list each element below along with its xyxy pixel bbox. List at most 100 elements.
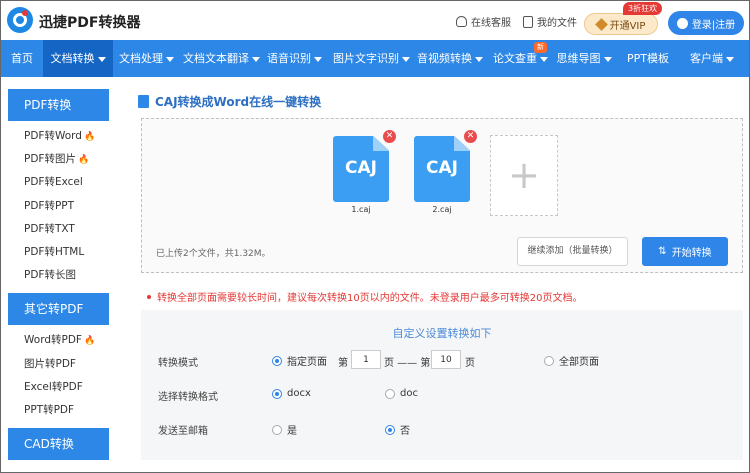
caret-down-icon [252, 56, 260, 62]
nav-item-label: PPT模板 [627, 52, 669, 65]
nav-item-label: 首页 [11, 52, 33, 65]
nav-item-label: 文档转换 [50, 52, 95, 65]
header: 迅捷PDF转换器 在线客服 我的文件 开通VIP 3折狂欢 登录|注册 [1, 1, 749, 40]
nav-item-10[interactable]: 客户端 [677, 40, 747, 77]
sidebar-item[interactable]: PDF转长图 [8, 264, 109, 287]
nav-item-3[interactable]: 文档文本翻译 [177, 40, 261, 77]
sidebar-item[interactable]: PPT转PDF [8, 399, 109, 422]
radio-unchecked-icon [544, 355, 554, 366]
sidebar-item-label: Excel转PDF [24, 380, 83, 393]
uploaded-file-card[interactable]: CAJ ✕ 2.caj [412, 130, 477, 216]
settings-title: 自定义设置转换如下 [392, 327, 492, 340]
sidebar-item-label: PDF转长图 [24, 269, 76, 282]
nav-item-8[interactable]: 思维导图 [549, 40, 619, 77]
app-logo-icon[interactable] [7, 7, 33, 33]
format-docx-radio[interactable]: docx [272, 388, 311, 399]
caret-down-icon [402, 56, 410, 62]
radio-checked-icon [385, 424, 395, 435]
nav-item-1[interactable]: 文档转换 [43, 40, 113, 77]
caret-down-icon [166, 56, 174, 62]
file-name: 1.caj [351, 205, 371, 214]
radio-unchecked-icon [385, 388, 395, 399]
page-title-text: CAJ转换成Word在线一键转换 [155, 95, 322, 109]
delete-file-icon[interactable]: ✕ [383, 130, 396, 143]
mode-label: 转换模式 [158, 358, 198, 369]
radio-unchecked-icon [272, 424, 282, 435]
sidebar-item[interactable]: PDF转Word 🔥 [8, 125, 109, 148]
caret-down-icon [603, 56, 612, 62]
mode-all-radio[interactable]: 全部页面 [544, 353, 599, 368]
nav-item-2[interactable]: 文档处理 [113, 40, 177, 77]
page-prefix: 第 [338, 358, 348, 369]
start-convert-button[interactable]: ⇅ 开始转换 [642, 237, 728, 266]
sidebar-item-label: PDF转Word [24, 130, 82, 142]
file-name: 2.caj [432, 205, 452, 214]
upload-area[interactable]: CAJ ✕ 1.caj CAJ ✕ 2.caj + 已上传2个文件，共1.32M。 继续添… [141, 118, 743, 273]
delete-file-icon[interactable]: ✕ [464, 130, 477, 143]
diamond-icon [594, 17, 608, 31]
nav-item-label: 图片文字识别 [333, 52, 399, 65]
vip-label: 开通VIP [609, 20, 646, 32]
fire-icon: 🔥 [83, 336, 96, 347]
sidebar-item[interactable]: PDF转TXT [8, 218, 109, 241]
nav-item-6[interactable]: 音视频转换 [411, 40, 487, 77]
mode-all-label: 全部页面 [559, 357, 599, 368]
sidebar-item[interactable]: PDF转图片 🔥 [8, 148, 109, 171]
sidebar-item[interactable]: Word转PDF 🔥 [8, 329, 109, 352]
nav-item-label: 文档文本翻译 [183, 52, 249, 65]
nav-item-4[interactable]: 语音识别 [261, 40, 327, 77]
headset-icon [456, 16, 467, 27]
vip-button[interactable]: 开通VIP [584, 13, 658, 35]
page-from-input[interactable] [351, 350, 381, 369]
fire-icon: 🔥 [83, 132, 96, 142]
brand-name[interactable]: 迅捷PDF转换器 [39, 12, 140, 32]
nav-item-label: 文档处理 [119, 52, 163, 65]
continue-add-button[interactable]: 继续添加（批量转换） [517, 237, 628, 266]
caret-down-icon [726, 56, 734, 62]
format-docx-label: docx [287, 388, 311, 399]
conversion-notice: 转换全部页面需要较长时间，建议每次转换10页以内的文件。未登录用户最多可转换20… [147, 289, 582, 304]
sidebar-item[interactable]: PDF转HTML [8, 241, 109, 264]
nav-item-7[interactable]: 论文查重新 [487, 40, 549, 77]
sidebar-section-header[interactable]: PDF转换 [8, 89, 109, 121]
page-title: CAJ转换成Word在线一键转换 [138, 93, 321, 110]
caj-file-icon: CAJ [414, 136, 470, 202]
sidebar: PDF转换 PDF转Word 🔥 PDF转图片 🔥 PDF转Excel PDF转PPT PDF… [8, 89, 109, 469]
bullet-icon [147, 294, 151, 299]
login-label: 登录|注册 [691, 19, 736, 31]
page-to-input[interactable] [431, 350, 461, 369]
nav-item-5[interactable]: 图片文字识别 [327, 40, 411, 77]
mode-specify-radio[interactable]: 指定页面 [272, 353, 327, 368]
sidebar-section-header[interactable]: CAD转换 [8, 428, 109, 461]
sidebar-item[interactable]: PDF转PPT [8, 195, 109, 218]
online-service-link[interactable]: 在线客服 [456, 14, 511, 29]
nav-item-0[interactable]: 首页 [1, 40, 43, 77]
caj-file-icon: CAJ [333, 136, 389, 202]
new-badge: 新 [534, 42, 547, 53]
sidebar-item[interactable]: Excel转PDF [8, 376, 109, 399]
swap-arrows-icon: ⇅ [658, 246, 667, 257]
add-file-button[interactable]: + [490, 135, 558, 216]
radio-checked-icon [272, 388, 282, 399]
upload-summary: 已上传2个文件，共1.32M。 [156, 249, 271, 259]
sidebar-item-label: PDF转图片 [24, 153, 76, 166]
sidebar-item-label: PDF转TXT [24, 222, 75, 235]
my-files-link[interactable]: 我的文件 [523, 14, 577, 29]
sidebar-item-label: PDF转PPT [24, 199, 75, 212]
sidebar-item[interactable]: PDF转Excel [8, 171, 109, 194]
email-yes-radio[interactable]: 是 [272, 422, 297, 437]
sidebar-item-label: PDF转Excel [24, 176, 83, 189]
nav-item-9[interactable]: PPT模板 [619, 40, 677, 77]
user-icon [676, 17, 688, 29]
fire-icon: 🔥 [77, 155, 90, 166]
main-nav: 首页 文档转换 文档处理 文档文本翻译 语音识别 图片文字识别 音视频转换 论文查重新思维导图… [1, 40, 749, 77]
format-doc-radio[interactable]: doc [385, 388, 418, 399]
sidebar-item[interactable]: 图片转PDF [8, 353, 109, 376]
uploaded-file-card[interactable]: CAJ ✕ 1.caj [331, 130, 396, 216]
login-button[interactable]: 登录|注册 [668, 11, 744, 35]
online-service-label: 在线客服 [471, 18, 511, 29]
mode-specify-label: 指定页面 [287, 357, 327, 368]
caret-down-icon [540, 56, 548, 62]
sidebar-section-header[interactable]: 其它转PDF [8, 293, 109, 326]
email-no-radio[interactable]: 否 [385, 422, 410, 437]
